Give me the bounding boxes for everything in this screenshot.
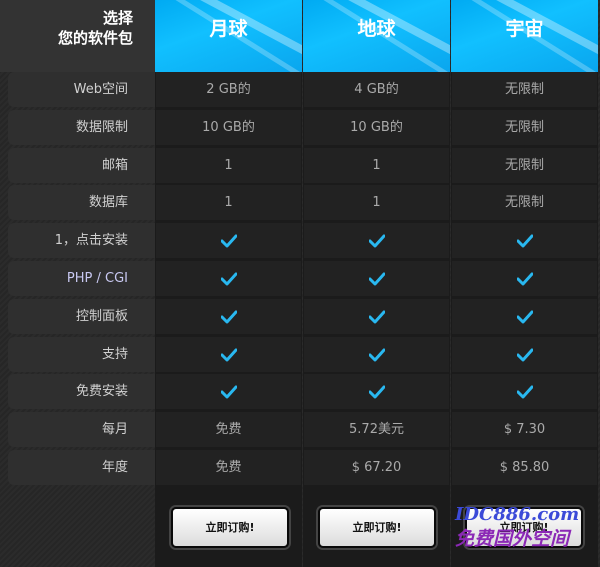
cell-moon [156,337,301,372]
cell-earth: 5.72美元 [304,412,449,447]
cell-moon [156,299,301,334]
cell-moon: 2 GB的 [156,72,301,107]
check-icon [220,272,237,285]
cell-moon [156,261,301,296]
cell-moon: 1 [156,185,301,220]
row-label: Web空间 [8,72,155,107]
row-label: 1，点击安装 [8,223,155,258]
cell-universe: $ 7.30 [452,412,597,447]
watermark-line-1: IDC886.com [455,504,580,525]
check-icon [368,310,385,323]
plan-name-earth: 地球 [357,18,396,40]
cell-universe: 无限制 [452,110,597,145]
cell-universe [452,337,597,372]
order-button-earth[interactable]: 立即订购! [318,507,436,548]
row-label: 每月 [8,412,155,447]
cell-universe [452,374,597,409]
check-icon [220,234,237,247]
check-icon [516,348,533,361]
cell-earth [304,337,449,372]
watermark-line-2: 免费国外空间 [455,528,570,550]
row-label: PHP / CGI [8,261,155,296]
cell-moon: 免费 [156,450,301,485]
check-icon [516,310,533,323]
check-icon [516,272,533,285]
cell-universe: 无限制 [452,185,597,220]
row-label: 数据限制 [8,110,155,145]
check-icon [220,385,237,398]
row-label: 年度 [8,450,155,485]
cell-universe [452,223,597,258]
cell-earth: 1 [304,185,449,220]
cell-moon: 10 GB的 [156,110,301,145]
cell-universe: 无限制 [452,72,597,107]
check-icon [220,348,237,361]
row-label: 邮箱 [8,148,155,183]
cell-universe [452,261,597,296]
cell-earth: $ 67.20 [304,450,449,485]
plan-header-universe: 宇宙 [451,0,598,72]
plan-header-earth: 地球 [303,0,450,72]
cell-earth: 1 [304,148,449,183]
cell-earth: 4 GB的 [304,72,449,107]
row-label: 支持 [8,337,155,372]
check-icon [516,234,533,247]
check-icon [516,385,533,398]
check-icon [220,310,237,323]
cell-universe: $ 85.80 [452,450,597,485]
check-icon [368,272,385,285]
cell-earth [304,374,449,409]
cell-earth [304,299,449,334]
cell-earth [304,261,449,296]
cell-universe [452,299,597,334]
watermark: IDC886.com 免费国外空间 [455,505,600,551]
row-label: 数据库 [8,185,155,220]
cell-moon [156,374,301,409]
check-icon [368,385,385,398]
row-label: 控制面板 [8,299,155,334]
cell-earth [304,223,449,258]
order-button-moon[interactable]: 立即订购! [171,507,289,548]
choose-package-heading: 选择 您的软件包 [0,0,155,72]
heading-line-2: 您的软件包 [57,29,133,47]
row-label: 免费安装 [8,374,155,409]
heading-line-1: 选择 [102,9,133,27]
cell-moon: 免费 [156,412,301,447]
pricing-table: 选择 您的软件包 月球 地球 宇宙 Web空间 2 GB的 4 GB的 无限制 数据限制… [0,0,600,567]
cell-earth: 10 GB的 [304,110,449,145]
check-icon [368,348,385,361]
cell-moon [156,223,301,258]
plan-name-universe: 宇宙 [505,18,544,40]
cell-universe: 无限制 [452,148,597,183]
cell-moon: 1 [156,148,301,183]
plan-header-moon: 月球 [155,0,302,72]
plan-name-moon: 月球 [209,18,248,40]
check-icon [368,234,385,247]
